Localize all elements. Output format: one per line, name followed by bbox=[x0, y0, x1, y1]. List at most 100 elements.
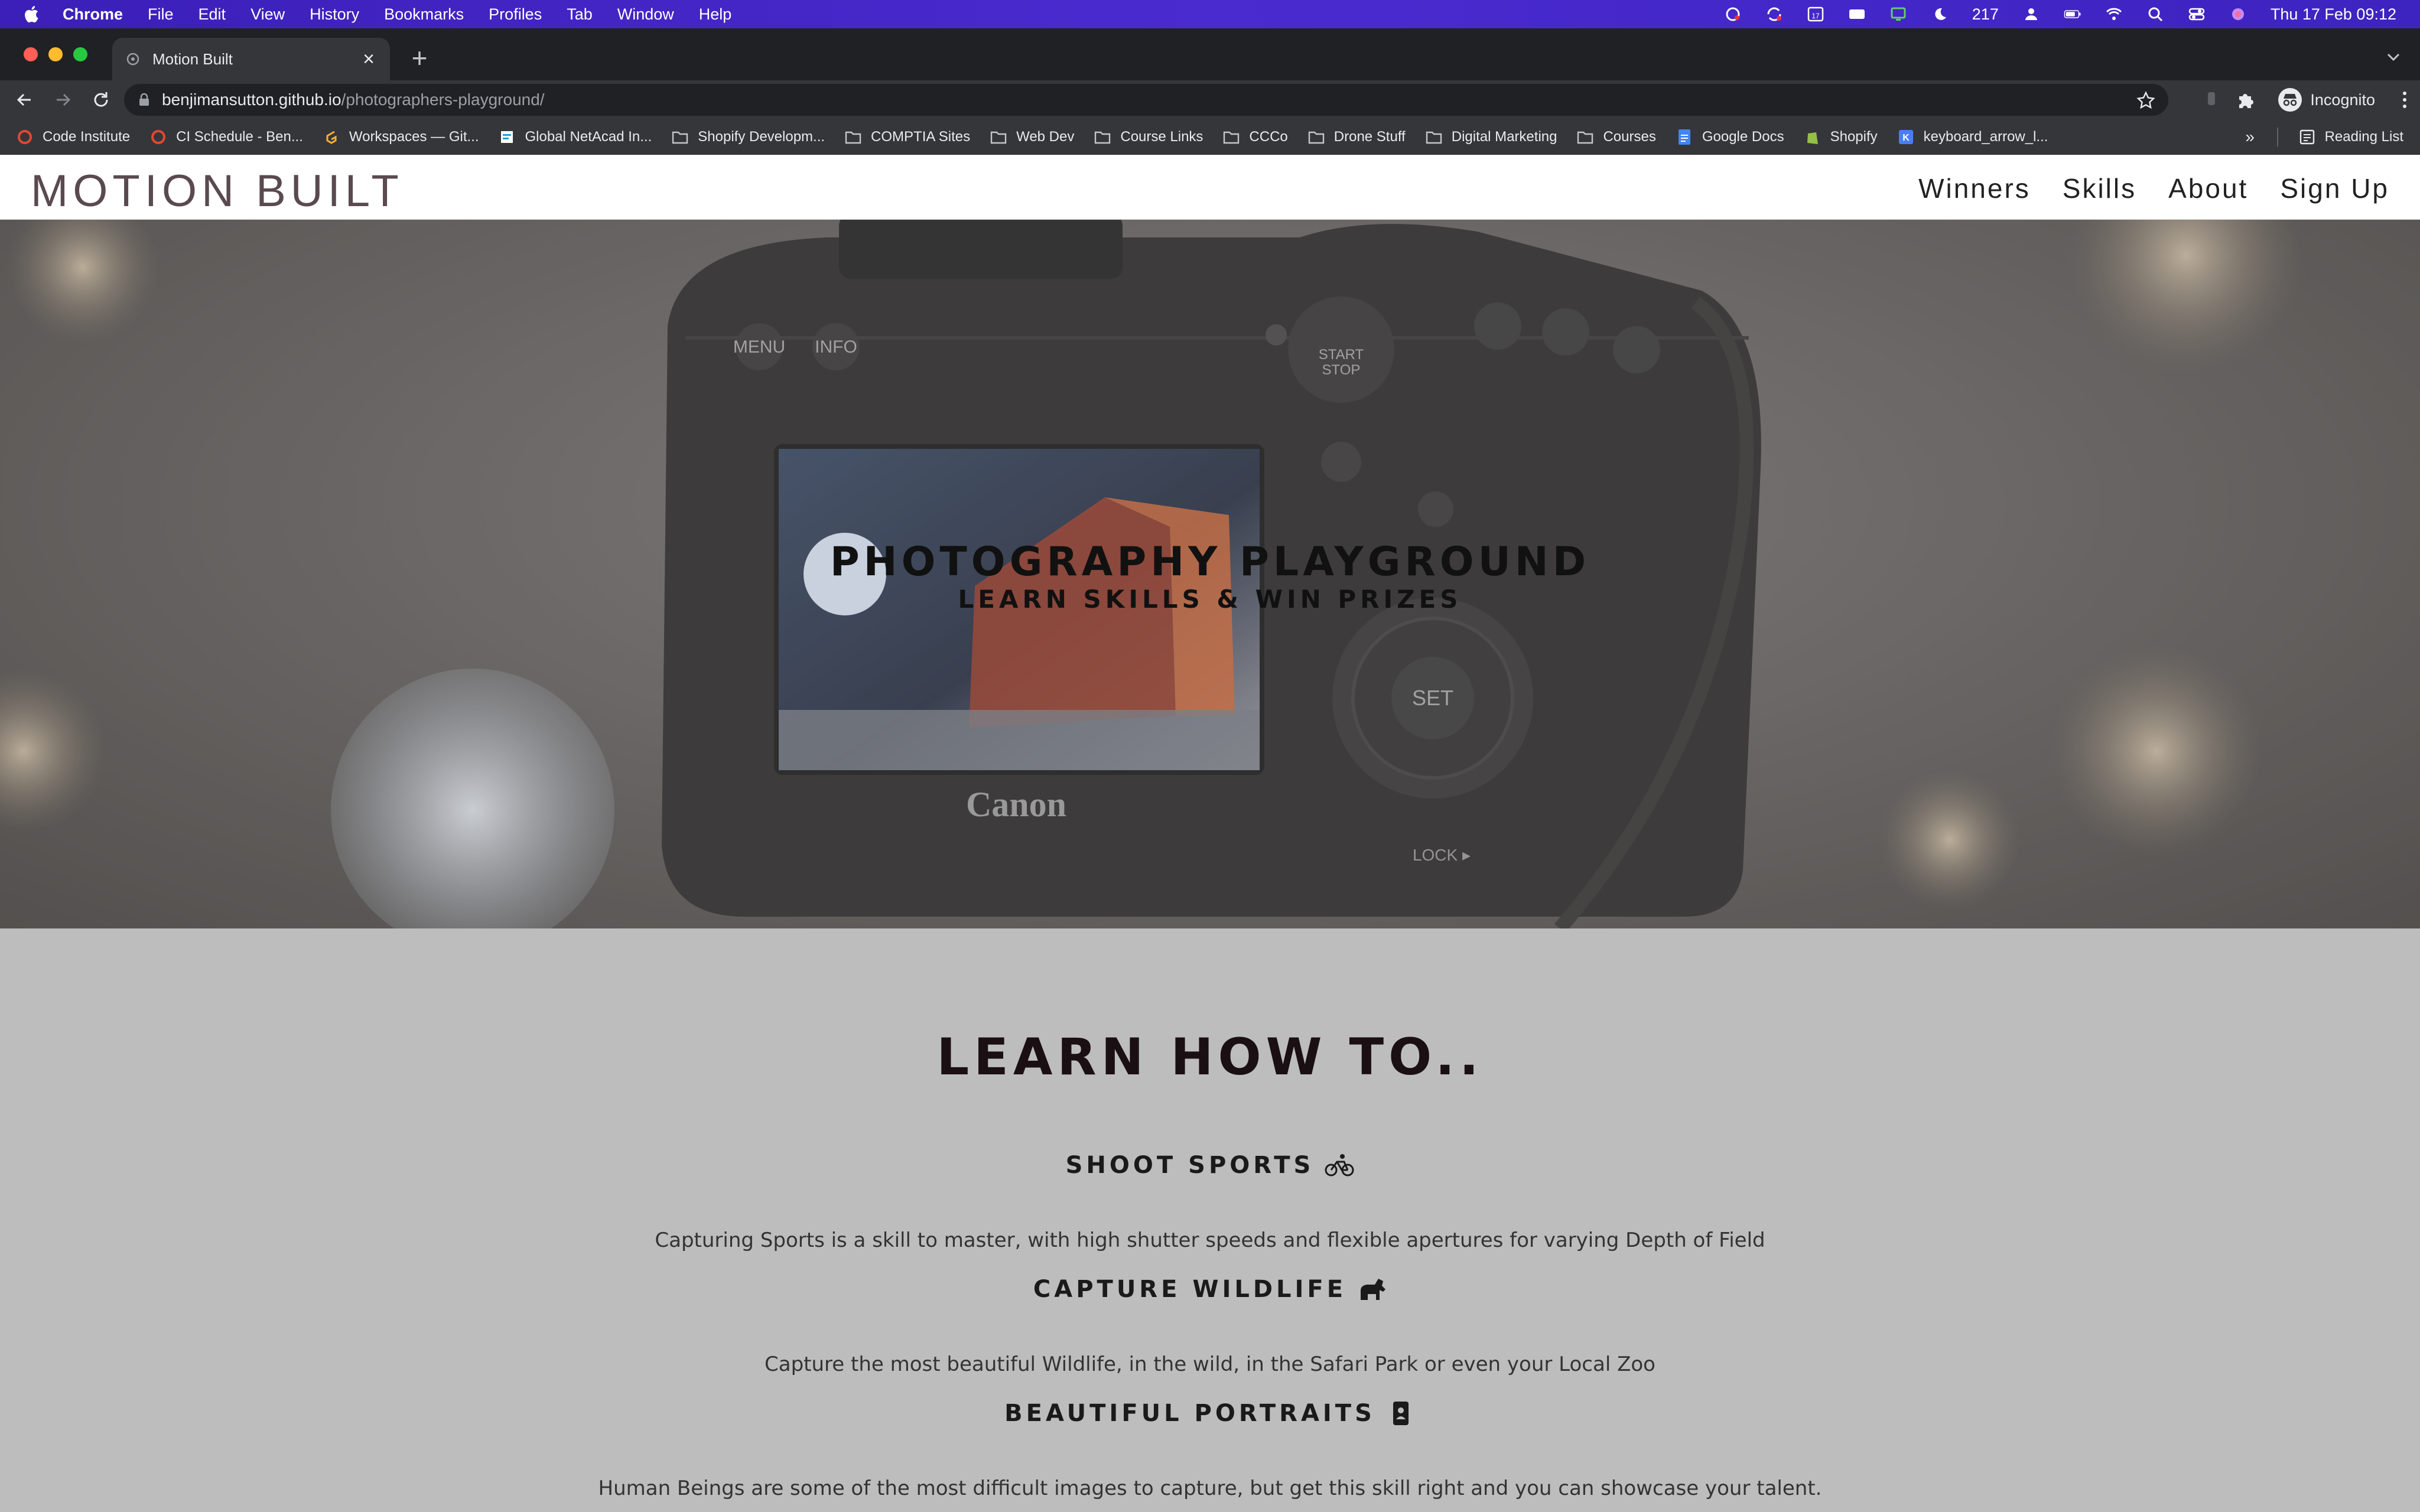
menu-profiles[interactable]: Profiles bbox=[489, 5, 542, 24]
bookmark-folder-digital-marketing[interactable]: Digital Marketing bbox=[1426, 129, 1557, 145]
moon-icon[interactable] bbox=[1931, 6, 1949, 22]
clock[interactable]: Thu 17 Feb 09:12 bbox=[2271, 5, 2396, 24]
chrome-tab-strip: Motion Built × + bbox=[0, 28, 2420, 80]
bookmark-label: Shopify Developm... bbox=[698, 128, 825, 145]
control-center-icon[interactable] bbox=[2188, 6, 2206, 22]
folder-icon bbox=[1308, 129, 1325, 145]
bookmark-label: Global NetAcad In... bbox=[525, 128, 652, 145]
skill-title: BEAUTIFUL PORTRAITS bbox=[1004, 1400, 1375, 1427]
svg-text:17: 17 bbox=[1811, 12, 1820, 20]
folder-icon bbox=[845, 129, 861, 145]
hero-title: PHOTOGRAPHY PLAYGROUND bbox=[830, 539, 1590, 585]
user-icon[interactable] bbox=[2022, 6, 2040, 22]
wifi-icon[interactable] bbox=[2105, 6, 2123, 22]
reload-button[interactable] bbox=[89, 87, 113, 112]
menu-edit[interactable]: Edit bbox=[199, 5, 226, 24]
hero-subtitle: LEARN SKILLS & WIN PRIZES bbox=[958, 585, 1462, 614]
chrome-toolbar: benjimansutton.github.io/photographers-p… bbox=[0, 80, 2420, 119]
bookmark-code-institute[interactable]: Code Institute bbox=[17, 129, 130, 145]
tab-motion-built[interactable]: Motion Built × bbox=[112, 38, 390, 80]
skill-description-portraits: Human Beings are some of the most diffic… bbox=[598, 1477, 1822, 1500]
bookmark-folder-comptia[interactable]: COMPTIA Sites bbox=[845, 129, 970, 145]
menu-tab[interactable]: Tab bbox=[567, 5, 593, 24]
toolbar-actions: Incognito bbox=[2205, 85, 2408, 115]
sync-icon[interactable] bbox=[1765, 6, 1783, 22]
back-arrow-icon bbox=[17, 93, 31, 106]
extensions-puzzle-icon[interactable] bbox=[2236, 89, 2257, 110]
bookmark-workspaces-gitpod[interactable]: Workspaces — Git... bbox=[323, 129, 479, 145]
bookmark-google-docs[interactable]: Google Docs bbox=[1676, 129, 1784, 145]
menu-bookmarks[interactable]: Bookmarks bbox=[384, 5, 464, 24]
bookmark-folder-drone-stuff[interactable]: Drone Stuff bbox=[1308, 129, 1406, 145]
bookmark-keyboard-arrow[interactable]: Kkeyboard_arrow_l... bbox=[1898, 129, 2048, 145]
back-button[interactable] bbox=[12, 87, 37, 112]
site-brand-logo[interactable]: MOTION BUILT bbox=[31, 165, 404, 217]
extension-pin-icon[interactable] bbox=[2205, 90, 2218, 110]
bookmark-ci-schedule[interactable]: CI Schedule - Ben... bbox=[150, 129, 303, 145]
minimize-window-button[interactable] bbox=[48, 47, 63, 61]
spotlight-search-icon[interactable] bbox=[2146, 6, 2164, 22]
bookmark-folder-ccco[interactable]: CCCo bbox=[1223, 129, 1288, 145]
incognito-label: Incognito bbox=[2310, 90, 2375, 109]
nav-link-skills[interactable]: Skills bbox=[2063, 172, 2136, 204]
netacad-icon bbox=[499, 129, 515, 145]
menu-app-chrome[interactable]: Chrome bbox=[63, 5, 123, 24]
apple-menu-icon[interactable] bbox=[24, 5, 39, 23]
new-tab-button[interactable]: + bbox=[408, 44, 431, 71]
mac-menu-bar: Chrome File Edit View History Bookmarks … bbox=[0, 0, 2420, 28]
bookmark-folder-courses[interactable]: Courses bbox=[1577, 129, 1656, 145]
monitor-icon[interactable] bbox=[1889, 6, 1907, 22]
incognito-profile-button[interactable]: Incognito bbox=[2275, 86, 2383, 114]
battery-icon[interactable] bbox=[2064, 6, 2081, 22]
address-bar[interactable]: benjimansutton.github.io/photographers-p… bbox=[124, 84, 2168, 116]
gitpod-icon bbox=[323, 129, 340, 145]
incognito-icon bbox=[2278, 88, 2302, 112]
nav-link-about[interactable]: About bbox=[2168, 172, 2248, 204]
menu-view[interactable]: View bbox=[251, 5, 285, 24]
tab-close-icon[interactable]: × bbox=[360, 49, 377, 69]
tab-search-chevron-icon[interactable] bbox=[2385, 50, 2402, 65]
site-navbar: MOTION BUILT Winners Skills About Sign U… bbox=[0, 155, 2420, 220]
folder-icon bbox=[1426, 129, 1442, 145]
url-host: benjimansutton.github.io bbox=[162, 90, 341, 109]
keyboard-icon[interactable] bbox=[1848, 6, 1866, 22]
siri-icon[interactable] bbox=[2229, 6, 2247, 22]
menu-history[interactable]: History bbox=[310, 5, 359, 24]
hero-section: MENU INFO START STOP SET Canon LOCK ▸ PH… bbox=[0, 220, 2420, 928]
bookmark-star-icon[interactable] bbox=[2136, 91, 2155, 109]
nav-link-sign-up[interactable]: Sign Up bbox=[2280, 172, 2389, 204]
bookmark-folder-course-links[interactable]: Course Links bbox=[1094, 129, 1203, 145]
bookmarks-overflow-chevron-icon[interactable]: » bbox=[2245, 128, 2255, 146]
chrome-menu-kebab-icon[interactable] bbox=[2401, 89, 2408, 110]
bookmark-label: COMPTIA Sites bbox=[871, 128, 971, 145]
bicycle-icon bbox=[1325, 1154, 1354, 1177]
site-nav-links: Winners Skills About Sign Up bbox=[1918, 172, 2389, 204]
reading-list-icon bbox=[2299, 129, 2314, 145]
menu-window[interactable]: Window bbox=[617, 5, 674, 24]
bookmarks-bar: Code Institute CI Schedule - Ben... Work… bbox=[0, 119, 2420, 155]
bookmark-shopify[interactable]: Shopify bbox=[1804, 129, 1878, 145]
skill-description-sports: Capturing Sports is a skill to master, w… bbox=[655, 1228, 1765, 1252]
menu-help[interactable]: Help bbox=[699, 5, 732, 24]
lock-icon[interactable] bbox=[138, 93, 150, 107]
tab-favicon-icon bbox=[126, 53, 139, 66]
google-docs-icon bbox=[1676, 129, 1693, 145]
nav-link-winners[interactable]: Winners bbox=[1918, 172, 2031, 204]
bookmark-label: Course Links bbox=[1120, 128, 1204, 145]
bookmark-folder-web-dev[interactable]: Web Dev bbox=[990, 129, 1074, 145]
reading-list-button[interactable]: Reading List bbox=[2299, 119, 2403, 155]
learn-section: LEARN HOW TO.. SHOOT SPORTS Capturing Sp… bbox=[0, 928, 2420, 1512]
bookmark-label: Code Institute bbox=[43, 128, 131, 145]
creative-cloud-icon[interactable] bbox=[1724, 6, 1742, 22]
calendar-icon[interactable]: 17 bbox=[1807, 6, 1824, 22]
folder-icon bbox=[1577, 129, 1593, 145]
menu-file[interactable]: File bbox=[148, 5, 174, 24]
bookmark-folder-shopify-development[interactable]: Shopify Developm... bbox=[672, 129, 825, 145]
forward-button[interactable] bbox=[51, 87, 76, 112]
close-window-button[interactable] bbox=[24, 47, 38, 61]
skill-heading-wildlife: CAPTURE WILDLIFE bbox=[0, 1276, 2420, 1303]
bookmark-global-netacad[interactable]: Global NetAcad In... bbox=[499, 129, 652, 145]
bookmark-label: keyboard_arrow_l... bbox=[1923, 128, 2048, 145]
skill-description-wildlife: Capture the most beautiful Wildlife, in … bbox=[765, 1353, 1655, 1376]
zoom-window-button[interactable] bbox=[73, 47, 87, 61]
